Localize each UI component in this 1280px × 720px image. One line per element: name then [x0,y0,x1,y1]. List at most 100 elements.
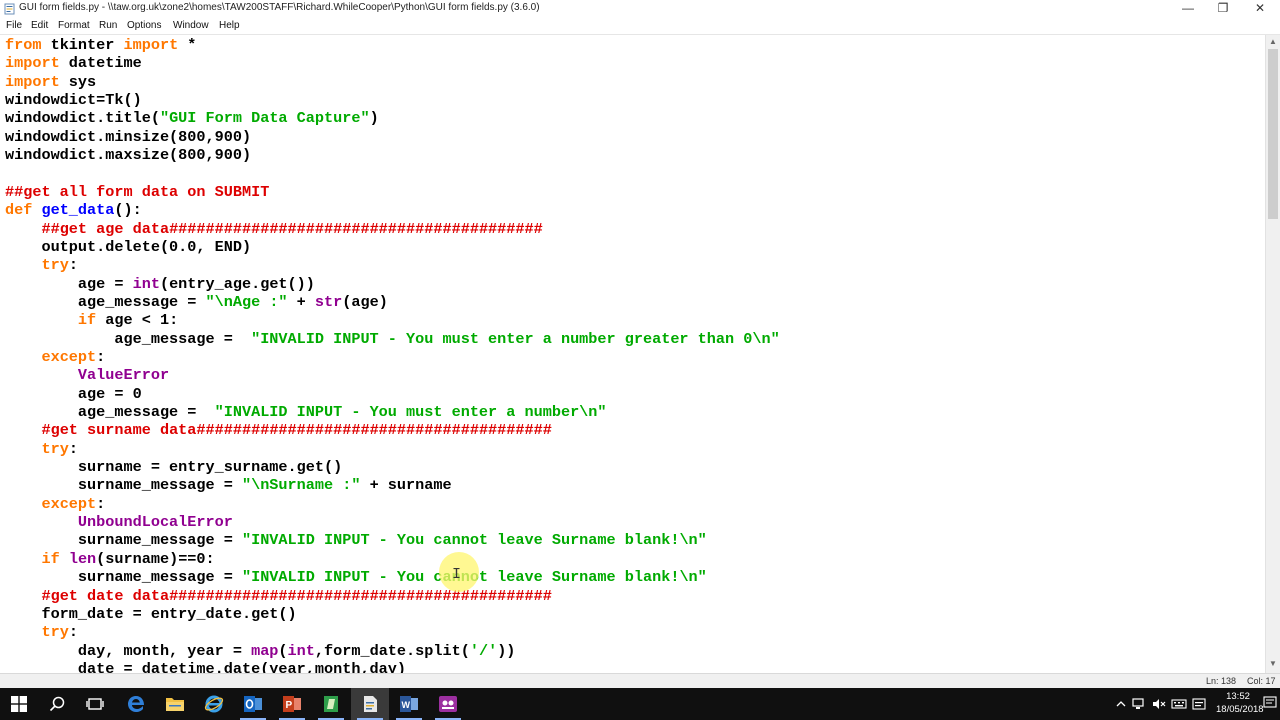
scroll-down-icon[interactable]: ▼ [1266,659,1280,671]
code-line[interactable]: import sys [5,73,96,91]
code-line[interactable]: windowdict.maxsize(800,900) [5,146,251,164]
code-line[interactable]: except: [5,348,105,366]
code-line[interactable]: try: [5,439,78,458]
code-token: + [287,292,315,311]
code-token: import [123,36,179,54]
start-button[interactable] [0,688,38,720]
minimize-button[interactable]: — [1170,0,1206,18]
code-line[interactable]: day, month, year = map(int,form_date.spl… [5,641,516,660]
volume-tray[interactable] [1150,688,1168,720]
code-editor[interactable]: from tkinter import * import datetime impo… [0,35,1265,673]
menu-edit[interactable]: Edit [31,20,48,31]
code-line[interactable]: age_message = "\nAge :" + str(age) [5,293,388,311]
input-tray[interactable] [1170,688,1188,720]
code-line[interactable]: windowdict.minsize(800,900) [5,128,251,146]
maximize-button[interactable]: ❐ [1205,0,1241,18]
menu-file[interactable]: File [6,20,22,31]
code-line[interactable]: age_message = "INVALID INPUT - You must … [5,403,607,421]
taskbar: P W 13:52 18/05/2018 [0,688,1280,720]
code-token: windowdict.title( [5,109,160,128]
menu-format[interactable]: Format [58,20,90,31]
menu-bar: File Edit Format Run Options Window Help [0,18,1280,35]
code-line[interactable]: windowdict.title("GUI Form Data Capture"… [5,109,379,127]
code-line[interactable]: def get_data(): [5,201,142,219]
code-line[interactable]: surname_message = "INVALID INPUT - You c… [5,568,707,586]
code-token: get_data [41,201,115,220]
action-center-icon[interactable] [1263,696,1277,710]
code-line[interactable]: ##get all form data on SUBMIT [5,183,269,201]
code-line[interactable]: surname = entry_surname.get() [5,458,342,476]
code-line[interactable]: windowdict=Tk() [5,91,142,109]
code-line[interactable]: date = datetime.date(year,month,day) [5,660,406,673]
taskbar-clock[interactable]: 13:52 18/05/2018 [1216,690,1264,716]
code-line[interactable]: #get date data##########################… [5,587,551,605]
clock-time: 13:52 [1226,691,1250,702]
code-line[interactable]: surname_message = "\nSurname :" + surnam… [5,476,452,494]
scroll-up-icon[interactable]: ▲ [1266,37,1280,49]
taskbar-python-idle[interactable] [312,688,350,720]
code-line[interactable]: age = int(entry_age.get()) [5,275,315,293]
code-line[interactable]: except: [5,495,105,513]
code-token: age = 0 [5,384,142,403]
code-line[interactable]: import datetime [5,54,142,72]
code-line[interactable]: #get surname data#######################… [5,421,551,439]
code-line[interactable]: age_message = "INVALID INPUT - You must … [5,330,779,348]
menu-run[interactable]: Run [99,20,117,31]
network-icon [1132,698,1144,709]
volume-muted-icon [1153,699,1166,709]
code-line[interactable]: surname_message = "INVALID INPUT - You c… [5,531,707,549]
menu-help[interactable]: Help [219,20,240,31]
menu-window[interactable]: Window [173,20,209,31]
code-token: : [68,256,78,275]
taskbar-word[interactable]: W [390,688,428,720]
svg-text:P: P [286,700,293,711]
code-token: + surname [360,476,452,495]
search-button[interactable] [38,688,76,720]
taskbar-powerpoint[interactable]: P [273,688,311,720]
menu-options[interactable]: Options [127,20,161,31]
language-icon [1192,698,1206,710]
code-line[interactable]: if age < 1: [5,311,178,329]
taskbar-file-explorer[interactable] [156,688,194,720]
taskbar-outlook[interactable] [234,688,272,720]
code-token: ) [369,109,379,128]
code-token: date = datetime.date(year,month,day) [5,659,407,673]
code-line[interactable]: ValueError [5,366,169,384]
taskbar-internet-explorer[interactable] [195,688,233,720]
code-line[interactable]: ##get age data##########################… [5,220,542,238]
close-button[interactable]: ✕ [1242,0,1278,18]
code-line[interactable]: age = 0 [5,385,142,403]
code-line[interactable]: try: [5,623,77,641]
task-view-button[interactable] [76,688,114,720]
code-line[interactable]: try: [5,256,78,275]
code-token: ( [278,641,288,660]
language-tray[interactable] [1190,688,1208,720]
taskbar-recorder[interactable] [429,688,467,720]
code-token: surname_message = [5,476,242,495]
network-tray[interactable] [1130,688,1148,720]
show-hidden-icons-button[interactable] [1112,688,1130,720]
taskbar-python-file[interactable] [351,688,389,720]
code-line[interactable]: from tkinter import * [5,36,196,54]
code-line[interactable]: UnboundLocalError [5,513,233,531]
code-token: (age) [342,292,388,311]
code-line[interactable]: output.delete(0.0, END) [5,238,251,256]
screen-recorder-icon [439,696,457,712]
code-line[interactable]: form_date = entry_date.get() [5,605,296,623]
code-token: : [68,439,78,458]
internet-explorer-icon [204,695,224,713]
vertical-scrollbar[interactable]: ▲ ▼ [1265,35,1280,673]
taskbar-edge[interactable] [117,688,155,720]
code-line[interactable]: if len(surname)==0: [5,550,214,568]
status-bar: Ln: 138 Col: 17 [0,673,1280,688]
code-token: map [251,641,279,660]
code-token: age_message = [5,292,206,311]
scrollbar-thumb[interactable] [1268,49,1278,219]
